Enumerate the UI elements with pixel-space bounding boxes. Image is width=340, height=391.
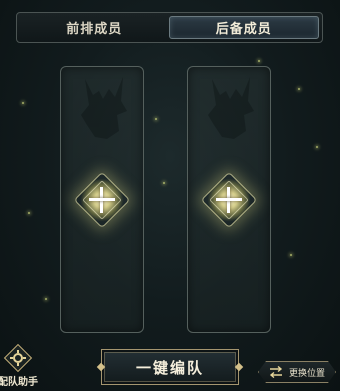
member-slot-2[interactable] <box>187 66 271 333</box>
swap-position-button[interactable]: 更换位置 <box>258 361 336 383</box>
add-member-button[interactable] <box>200 171 258 229</box>
add-member-button[interactable] <box>73 171 131 229</box>
swap-arrows-icon <box>269 366 283 378</box>
tab-front-members[interactable]: 前排成员 <box>20 16 169 39</box>
one-key-formation-label: 一键编队 <box>135 358 204 377</box>
plus-icon <box>214 185 244 215</box>
assistant-gear-icon <box>3 343 33 373</box>
member-slot-1[interactable] <box>60 66 144 333</box>
team-assistant-button[interactable]: 配队助手 <box>0 343 40 391</box>
team-assistant-label: 配队助手 <box>0 377 38 388</box>
plus-icon <box>87 185 117 215</box>
one-key-formation-button[interactable]: 一键编队 <box>96 349 244 385</box>
swap-position-label: 更换位置 <box>289 368 326 379</box>
ornament-right <box>234 362 244 372</box>
tab-reserve-members[interactable]: 后备成员 <box>168 16 319 39</box>
character-silhouette-icon <box>208 77 254 139</box>
character-silhouette-icon <box>81 77 127 139</box>
ornament-left <box>96 362 106 372</box>
member-tab-bar: 前排成员 后备成员 <box>16 12 323 43</box>
